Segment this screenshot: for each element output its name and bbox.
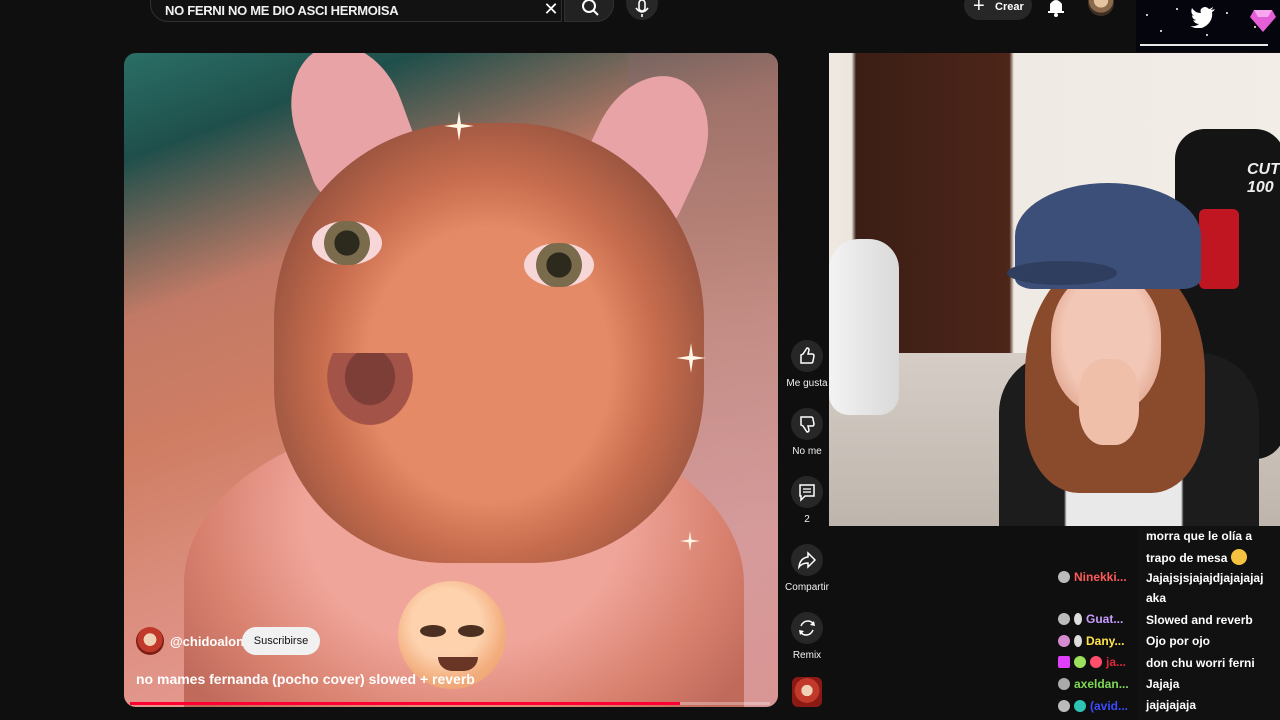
search-button[interactable] bbox=[564, 0, 614, 22]
thumbs-down-icon bbox=[800, 416, 815, 433]
mic-badge-icon bbox=[1074, 613, 1082, 625]
voice-search-button[interactable] bbox=[626, 0, 658, 20]
dislike-button[interactable]: No me bbox=[782, 408, 832, 457]
subscribe-button[interactable]: Suscribirse bbox=[242, 627, 320, 655]
video-title: no mames fernanda (pocho cover) slowed +… bbox=[136, 671, 475, 687]
chat-message: Jajaja bbox=[1146, 677, 1180, 691]
chat-message: Slowed and reverb bbox=[1146, 613, 1253, 627]
like-label: Me gusta bbox=[786, 378, 828, 389]
channel-handle[interactable]: @chidoalon bbox=[170, 634, 244, 649]
chat-message: jajajajaja bbox=[1146, 698, 1197, 712]
close-icon: ✕ bbox=[543, 0, 559, 19]
badge-icon bbox=[1058, 635, 1070, 647]
comment-icon bbox=[799, 484, 815, 502]
microphone bbox=[829, 239, 899, 415]
badge-icon bbox=[1074, 656, 1086, 668]
chat-message: trapo de mesa bbox=[1146, 549, 1248, 565]
notifications-button[interactable] bbox=[1044, 0, 1068, 18]
badge-icon bbox=[1074, 700, 1086, 712]
chat-username: ja... bbox=[1058, 655, 1126, 675]
create-button[interactable]: + Crear bbox=[964, 0, 1032, 20]
mic-badge-icon bbox=[1074, 635, 1082, 647]
chat-username: (avid... bbox=[1058, 699, 1128, 719]
create-label: Crear bbox=[995, 1, 1024, 13]
heart-icon bbox=[1090, 656, 1102, 668]
share-label: Compartir bbox=[785, 582, 829, 593]
streamer-webcam: CUTT 100 bbox=[829, 53, 1280, 526]
chat-username: Guat... bbox=[1058, 612, 1123, 632]
video-progress-bar[interactable] bbox=[130, 702, 770, 705]
comments-count: 2 bbox=[804, 514, 810, 525]
search-query-text: NO FERNI NO ME DIO ASCI HERMOISA bbox=[165, 3, 399, 18]
dislike-label: No me bbox=[792, 446, 822, 457]
sparkle-icon bbox=[680, 531, 700, 551]
plus-icon: + bbox=[973, 0, 985, 17]
short-video-player[interactable]: @chidoalon Suscribirse no mames fernanda… bbox=[124, 53, 778, 707]
share-icon bbox=[797, 551, 817, 570]
badge-icon bbox=[1058, 678, 1070, 690]
bell-icon bbox=[1048, 0, 1064, 17]
channel-avatar[interactable] bbox=[136, 627, 164, 655]
chat-message: aka bbox=[1146, 591, 1167, 605]
remix-icon bbox=[799, 620, 815, 636]
sparkle-icon bbox=[444, 111, 474, 141]
search-input[interactable]: NO FERNI NO ME DIO ASCI HERMOISA bbox=[150, 0, 562, 22]
chat-username: axeldan... bbox=[1058, 677, 1129, 697]
chat-message: morra que le olía a bbox=[1146, 529, 1253, 543]
badge-icon bbox=[1058, 700, 1070, 712]
thumbs-up-icon bbox=[800, 347, 815, 364]
sparkle-icon bbox=[676, 343, 706, 373]
emoji-icon bbox=[1231, 549, 1248, 565]
video-frame-cat-head bbox=[274, 123, 704, 563]
like-button[interactable]: Me gusta bbox=[782, 340, 832, 389]
video-progress-fill bbox=[130, 702, 681, 705]
badge-icon bbox=[1058, 613, 1070, 625]
chat-username: Dany... bbox=[1058, 634, 1124, 654]
microphone-icon bbox=[635, 0, 649, 17]
share-button[interactable]: Compartir bbox=[782, 544, 832, 593]
comments-button[interactable]: 2 bbox=[782, 476, 832, 525]
remix-button[interactable]: Remix bbox=[782, 612, 832, 661]
search-icon bbox=[582, 0, 599, 16]
clear-search-button[interactable]: ✕ bbox=[538, 0, 564, 20]
account-avatar[interactable] bbox=[1088, 0, 1114, 16]
chat-message: Jajajsjsjajajdjajajajaj bbox=[1146, 571, 1264, 585]
twitter-icon bbox=[1190, 7, 1215, 28]
diamond-icon bbox=[1250, 10, 1276, 32]
remix-label: Remix bbox=[792, 650, 822, 661]
chat-message: Ojo por ojo bbox=[1146, 634, 1210, 648]
chair-brand-text: CUTT 100 bbox=[1247, 161, 1280, 196]
badge-icon bbox=[1058, 656, 1070, 668]
sound-thumbnail[interactable] bbox=[792, 677, 822, 707]
chat-username: Ninekki... bbox=[1058, 570, 1127, 590]
chat-message: don chu worri ferni bbox=[1146, 656, 1255, 670]
badge-icon bbox=[1058, 571, 1070, 583]
